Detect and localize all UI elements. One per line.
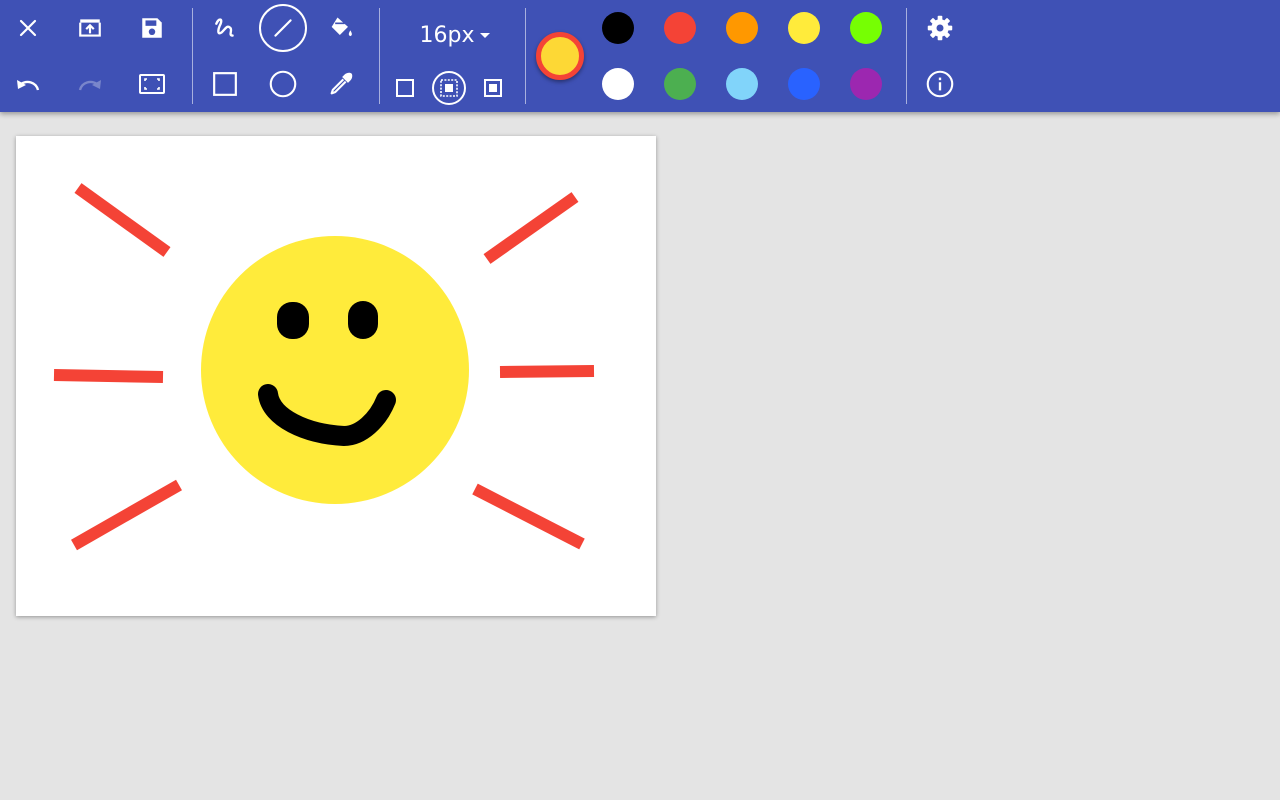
fill-only-button[interactable]	[469, 64, 517, 112]
outline-and-fill-button[interactable]	[425, 64, 473, 112]
ellipse-tool-button[interactable]	[259, 60, 307, 108]
save-icon	[142, 18, 162, 38]
brush-size-select[interactable]: 16px	[410, 14, 500, 56]
swatch-yellow[interactable]	[788, 12, 820, 44]
swatch-purple[interactable]	[850, 68, 882, 100]
sun	[201, 236, 469, 504]
gear-icon	[927, 15, 953, 41]
sun-ray	[71, 479, 182, 551]
swatch-white[interactable]	[602, 68, 634, 100]
swatch-green[interactable]	[664, 68, 696, 100]
save-button[interactable]	[128, 4, 176, 52]
sun-ray	[53, 369, 164, 383]
pencil-tool-button[interactable]	[201, 4, 249, 52]
canvas-drawing	[53, 183, 595, 551]
fill-tool-button[interactable]	[317, 4, 365, 52]
current-color-indicator[interactable]	[536, 32, 584, 80]
eyedropper-icon	[330, 72, 353, 95]
swatch-blue[interactable]	[788, 68, 820, 100]
info-icon	[926, 70, 954, 98]
about-button[interactable]	[916, 60, 964, 108]
sun-ray	[483, 192, 579, 264]
toolbar-divider	[525, 8, 526, 104]
toolbar-divider	[379, 8, 380, 104]
open-file-icon	[79, 19, 101, 37]
line-icon	[274, 19, 292, 37]
toolbar-divider	[906, 8, 907, 104]
outline-square-icon	[396, 79, 414, 97]
sun-ray	[74, 183, 171, 257]
rectangle-icon	[213, 72, 237, 96]
paint-bucket-icon	[331, 17, 352, 37]
right-eye	[348, 301, 378, 339]
brush-size-label: 16px	[419, 22, 475, 48]
swatch-light-blue[interactable]	[726, 68, 758, 100]
settings-button[interactable]	[916, 4, 964, 52]
swatch-red[interactable]	[664, 12, 696, 44]
drawing-canvas[interactable]	[16, 136, 656, 616]
swatch-lime[interactable]	[850, 12, 882, 44]
rectangle-tool-button[interactable]	[201, 60, 249, 108]
circle-icon	[269, 70, 297, 98]
freehand-icon	[215, 18, 234, 37]
filled-square-icon	[484, 79, 502, 97]
close-icon	[19, 19, 37, 37]
fit-screen-icon	[139, 74, 165, 94]
eyedropper-tool-button[interactable]	[317, 60, 365, 108]
redo-icon	[78, 80, 101, 91]
close-button[interactable]	[4, 4, 52, 52]
swatch-black[interactable]	[602, 12, 634, 44]
undo-icon	[17, 80, 40, 91]
swatch-orange[interactable]	[726, 12, 758, 44]
open-button[interactable]	[66, 4, 114, 52]
left-eye	[277, 302, 309, 339]
outline-fill-square-icon	[440, 79, 458, 97]
sun-ray	[499, 365, 595, 378]
undo-button[interactable]	[4, 60, 52, 108]
toolbar-divider	[192, 8, 193, 104]
redo-button[interactable]	[66, 60, 114, 108]
sun-ray	[472, 483, 585, 550]
outline-only-button[interactable]	[381, 64, 429, 112]
resize-canvas-button[interactable]	[128, 60, 176, 108]
toolbar: 16px	[0, 0, 1280, 112]
line-tool-button[interactable]	[259, 4, 307, 52]
dropdown-arrow-icon	[480, 32, 491, 38]
